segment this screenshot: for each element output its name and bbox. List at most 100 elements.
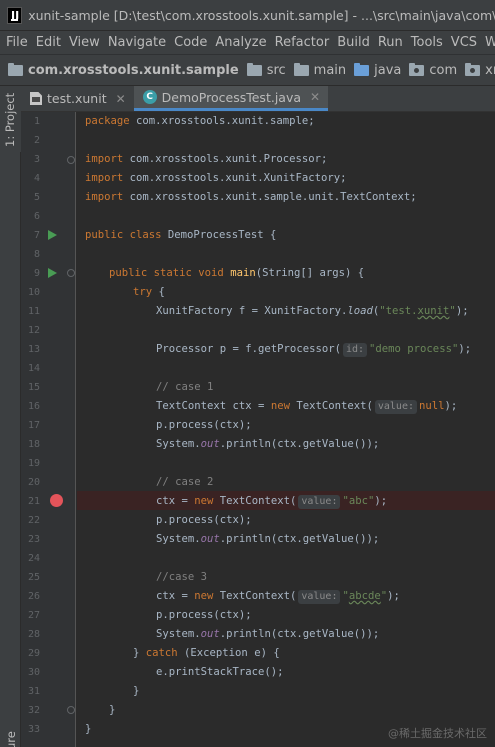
line-number: 11 xyxy=(27,306,40,317)
fold-icon[interactable] xyxy=(67,156,75,164)
code-line-11: XunitFactory f = XunitFactory.load("test… xyxy=(156,305,469,317)
fold-icon[interactable] xyxy=(67,269,75,277)
breadcrumb-label: com xyxy=(429,62,458,78)
tab-test-xunit[interactable]: test.xunit ✕ xyxy=(21,86,134,111)
parameter-hint: id: xyxy=(342,343,368,357)
breadcrumb-label: src xyxy=(266,62,286,78)
line-number: 26 xyxy=(27,591,40,602)
package-icon xyxy=(409,62,425,76)
close-icon[interactable]: ✕ xyxy=(310,90,320,104)
code-line-15: // case 1 xyxy=(156,381,214,393)
breadcrumb-java[interactable]: java xyxy=(354,62,402,78)
code-line-23: System.out.println(ctx.getValue()); xyxy=(156,533,380,545)
close-icon[interactable]: ✕ xyxy=(116,92,126,106)
code-line-21: ctx = new TextContext(value: "abc"); xyxy=(156,495,388,509)
run-main-icon[interactable] xyxy=(48,268,57,278)
menu-refactor[interactable]: Refactor xyxy=(269,35,330,50)
breadcrumb-src[interactable]: src xyxy=(246,62,286,78)
editor-gutter[interactable]: 1 2 3 4 5 6 7 8 9 10 11 12 13 14 15 16 1… xyxy=(21,112,76,747)
code-line-20: // case 2 xyxy=(156,476,214,488)
code-line-27: p.process(ctx); xyxy=(156,609,252,621)
code-line-32: } xyxy=(109,704,116,716)
line-number: 24 xyxy=(27,553,40,564)
menu-view[interactable]: View xyxy=(63,35,100,50)
line-number: 31 xyxy=(27,686,40,697)
xunit-file-icon xyxy=(30,92,42,105)
parameter-hint: value: xyxy=(298,590,341,604)
package-icon xyxy=(465,62,481,76)
menu-build[interactable]: Build xyxy=(331,35,370,50)
parameter-hint: value: xyxy=(374,400,417,414)
project-tab-label: 1: Project xyxy=(3,92,17,147)
menu-tools[interactable]: Tools xyxy=(405,35,443,50)
project-tool-tab[interactable]: 1: Project xyxy=(0,86,21,152)
breadcrumb-label: main xyxy=(313,62,347,78)
menu-vcs[interactable]: VCS xyxy=(445,35,477,50)
breadcrumb-label: xrossto xyxy=(485,62,495,78)
code-line-9: public static void main(String[] args) { xyxy=(109,267,365,279)
code-line-1: package com.xrosstools.xunit.sample; xyxy=(85,115,315,127)
java-class-icon: C xyxy=(142,90,157,104)
watermark: @稀土掘金技术社区 xyxy=(388,727,487,740)
line-number: 18 xyxy=(27,439,40,450)
structure-tool-tab[interactable]: ure xyxy=(4,731,18,747)
code-line-30: e.printStackTrace(); xyxy=(156,666,284,678)
line-number: 16 xyxy=(27,401,40,412)
line-number: 23 xyxy=(27,534,40,545)
editor-tab-bar: test.xunit ✕ C DemoProcessTest.java ✕ xyxy=(21,86,495,112)
code-line-17: p.process(ctx); xyxy=(156,419,252,431)
menu-navigate[interactable]: Navigate xyxy=(102,35,166,50)
code-line-10: try { xyxy=(133,286,165,298)
line-number: 2 xyxy=(33,135,40,146)
line-number: 14 xyxy=(27,363,40,374)
left-tool-strip: 1: Project ure xyxy=(0,86,21,747)
code-line-33: } xyxy=(85,723,92,735)
code-line-29: } catch (Exception e) { xyxy=(133,647,280,659)
code-editor[interactable]: 1 2 3 4 5 6 7 8 9 10 11 12 13 14 15 16 1… xyxy=(21,112,495,747)
menu-run[interactable]: Run xyxy=(372,35,403,50)
menu-file[interactable]: File xyxy=(0,35,28,50)
line-number: 5 xyxy=(33,192,40,203)
code-line-16: TextContext ctx = new TextContext(value:… xyxy=(156,400,458,414)
breadcrumb-project[interactable]: com.xrosstools.xunit.sample xyxy=(8,62,239,78)
menu-window[interactable]: W xyxy=(479,35,495,50)
breadcrumb-label: com.xrosstools.xunit.sample xyxy=(28,62,239,78)
folder-icon xyxy=(8,62,23,76)
folder-icon xyxy=(246,62,262,76)
window-title-bar: IJ xunit-sample [D:\test\com.xrosstools.… xyxy=(0,0,495,31)
line-number: 30 xyxy=(27,667,40,678)
code-line-3: import com.xrosstools.xunit.Processor; xyxy=(85,153,328,165)
source-folder-icon xyxy=(354,62,370,76)
breakpoint-icon[interactable] xyxy=(50,494,63,507)
line-number: 25 xyxy=(27,572,40,583)
breadcrumb-label: java xyxy=(374,62,402,78)
parameter-hint: value: xyxy=(298,495,341,509)
code-line-13: Processor p = f.getProcessor(id: "demo pr… xyxy=(156,343,472,357)
breadcrumb-main[interactable]: main xyxy=(293,62,347,78)
tab-label: DemoProcessTest.java xyxy=(161,89,302,105)
intellij-logo-icon: IJ xyxy=(7,6,23,24)
menu-code[interactable]: Code xyxy=(168,35,207,50)
line-number: 7 xyxy=(33,230,40,241)
breadcrumb-com[interactable]: com xyxy=(409,62,458,78)
line-number: 22 xyxy=(27,515,40,526)
line-number: 28 xyxy=(27,629,40,640)
line-number: 17 xyxy=(27,420,40,431)
code-line-22: p.process(ctx); xyxy=(156,514,252,526)
run-class-icon[interactable] xyxy=(48,230,57,240)
fold-icon[interactable] xyxy=(67,706,75,714)
code-line-4: import com.xrosstools.xunit.XunitFactory… xyxy=(85,172,347,184)
menu-edit[interactable]: Edit xyxy=(30,35,61,50)
menu-analyze[interactable]: Analyze xyxy=(209,35,266,50)
code-line-31: } xyxy=(133,685,140,697)
code-line-25: //case 3 xyxy=(156,571,208,583)
code-line-7: public class DemoProcessTest { xyxy=(85,229,277,241)
line-number: 12 xyxy=(27,325,40,336)
tab-demo-process-test[interactable]: C DemoProcessTest.java ✕ xyxy=(133,86,329,111)
breadcrumb-xrosstools[interactable]: xrossto xyxy=(465,62,495,78)
line-number: 19 xyxy=(27,458,40,469)
line-number: 13 xyxy=(27,344,40,355)
line-number: 10 xyxy=(27,287,40,298)
code-line-5: import com.xrosstools.xunit.sample.unit.… xyxy=(85,191,417,203)
window-title: xunit-sample [D:\test\com.xrosstools.xun… xyxy=(28,7,495,23)
